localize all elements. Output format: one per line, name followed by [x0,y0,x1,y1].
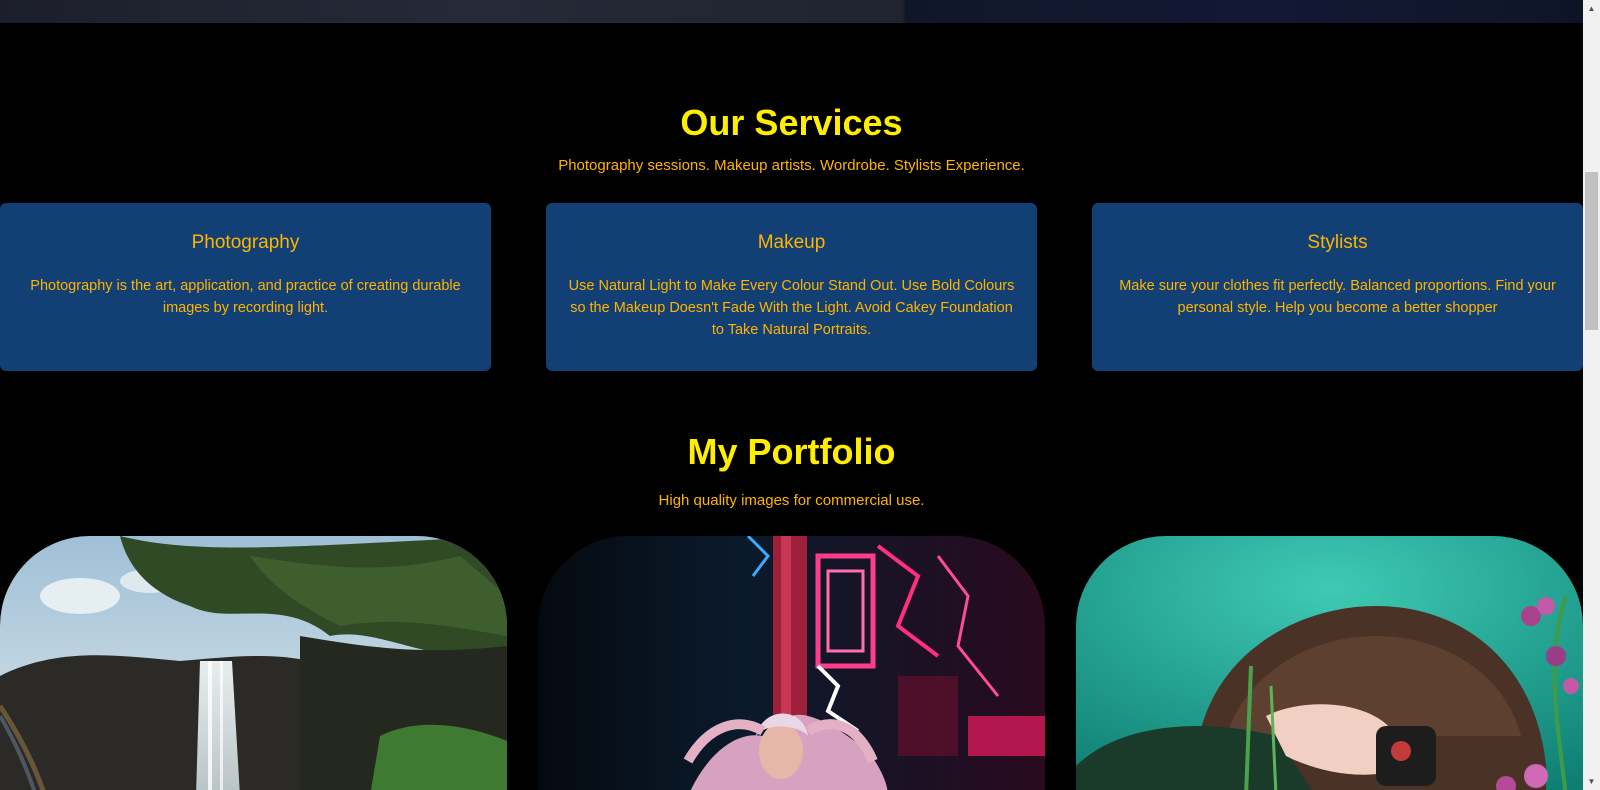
service-card-title: Makeup [757,232,826,253]
service-card-title: Stylists [1307,232,1368,253]
portfolio-image-waterfall[interactable] [0,536,507,790]
service-card-title: Photography [191,232,300,253]
services-title: Our Services [680,102,903,143]
services-subtitle: Photography sessions. Makeup artists. Wo… [558,157,1025,174]
service-card-text: Make sure your clothes fit perfectly. Ba… [1119,278,1556,316]
service-card-stylists: Stylists Make sure your clothes fit perf… [1092,203,1583,371]
waterfall-photo [0,536,507,790]
scrollbar-thumb[interactable] [1585,172,1598,330]
neon-portrait-photo [538,536,1045,790]
scroll-down-arrow-icon[interactable]: ▼ [1583,773,1600,790]
page: Our Services Photography sessions. Makeu… [0,0,1600,790]
service-card-text: Use Natural Light to Make Every Colour S… [568,278,1015,338]
portfolio-title: My Portfolio [687,431,896,472]
flower-photographer-photo [1076,536,1583,790]
main-content: Our Services Photography sessions. Makeu… [0,0,1583,790]
scroll-up-arrow-icon[interactable]: ▲ [1583,0,1600,17]
service-card-text: Photography is the art, application, and… [30,278,461,316]
portfolio-image-neon-portrait[interactable] [538,536,1045,790]
service-card-photography: Photography Photography is the art, appl… [0,203,491,371]
portfolio-image-flower-photographer[interactable] [1076,536,1583,790]
vertical-scrollbar[interactable]: ▲ ▼ [1583,0,1600,790]
portfolio-subtitle: High quality images for commercial use. [658,492,925,509]
service-card-makeup: Makeup Use Natural Light to Make Every C… [546,203,1037,371]
